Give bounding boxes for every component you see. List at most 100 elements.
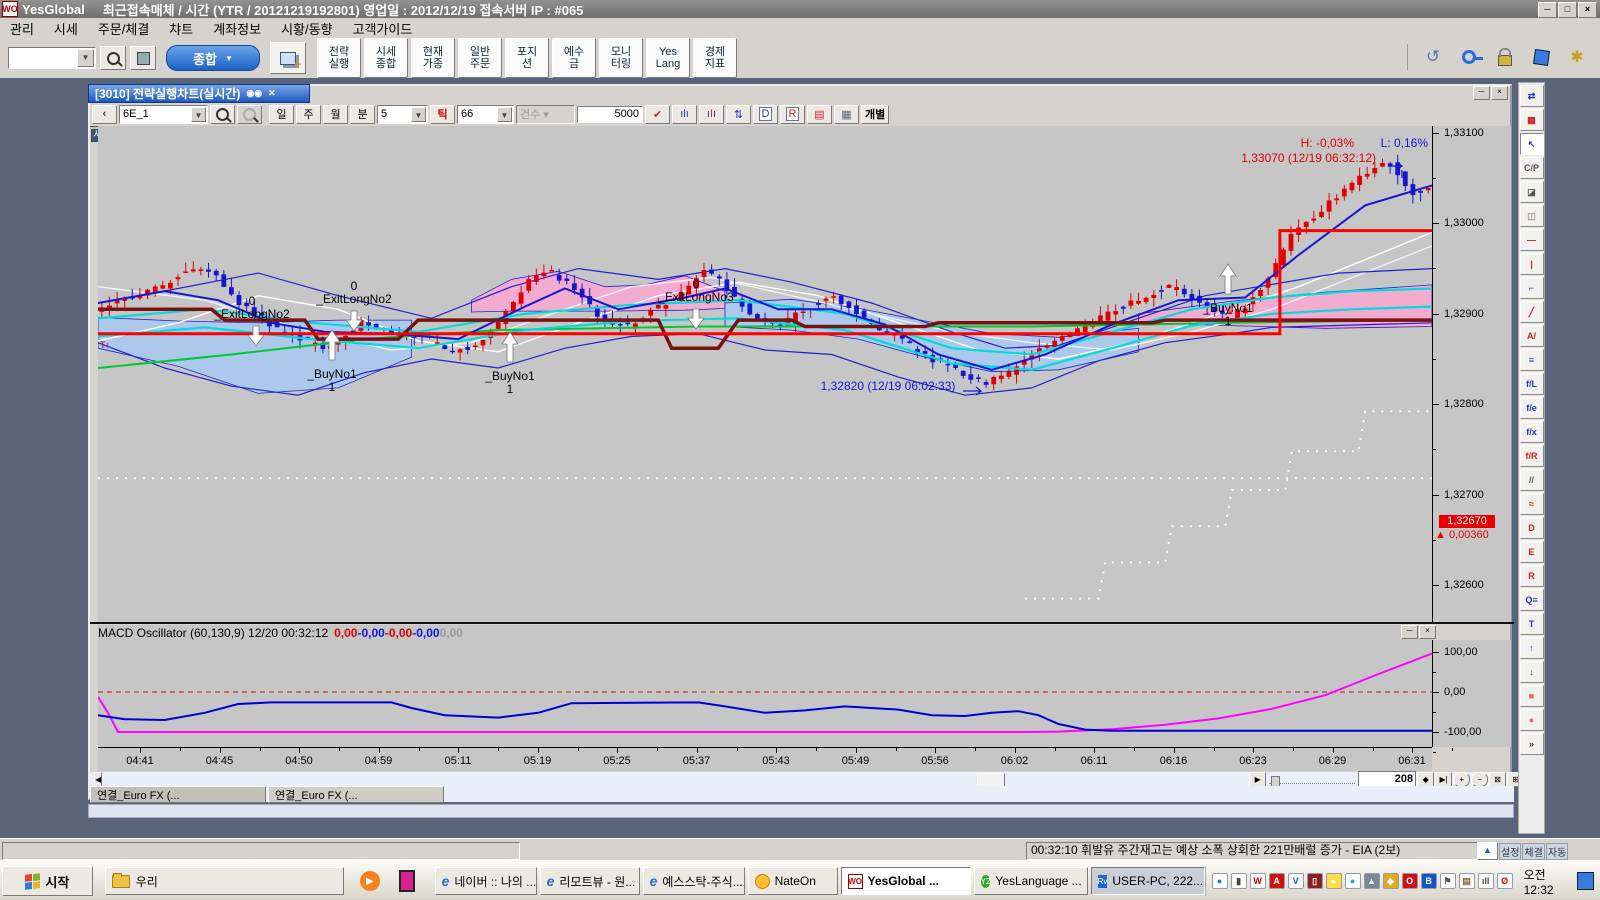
period-button-1[interactable]: 주 (296, 105, 321, 124)
tray-globe-icon[interactable]: ● (1345, 873, 1361, 889)
toolbar-button-3[interactable]: 일반주문 (458, 38, 502, 78)
fib-x-tool-icon[interactable]: f/x (1520, 421, 1544, 443)
menu-item-4[interactable]: 계좌정보 (203, 17, 271, 40)
toolbar-button-4[interactable]: 포지션 (505, 38, 549, 78)
sort-updown-icon[interactable]: ⇅ (726, 105, 751, 124)
chart-scroll-left-button[interactable]: ‹ (92, 105, 117, 124)
close-panel-icon[interactable]: ⊠ (1489, 772, 1506, 787)
toolbar-button-2[interactable]: 현재가종 (411, 38, 455, 78)
chart-window-tab[interactable]: [3010] 전략실행차트(실시간) ◉◉ ✕ (88, 84, 310, 103)
tray-clipboard-icon[interactable]: ▤ (1459, 873, 1475, 889)
cp-tool-icon[interactable]: C/P (1520, 157, 1544, 179)
tray-drop-icon[interactable]: ● (1212, 873, 1228, 889)
menu-item-1[interactable]: 시세 (44, 17, 88, 40)
hline-tool-icon[interactable]: ― (1520, 229, 1544, 251)
circle-tool-icon[interactable]: ● (1520, 709, 1544, 731)
tray-opera-icon[interactable]: O (1402, 873, 1418, 889)
zoom-slider[interactable] (1269, 774, 1355, 784)
composite-dropdown-button[interactable]: 종합▼ (166, 45, 260, 71)
bar-chart-icon[interactable]: ılı (672, 105, 697, 124)
news-ticker[interactable]: 00:32:10 휘발유 주간재고는 예상 소폭 상회한 221만배럴 증가 -… (1026, 842, 1480, 860)
hscroll-thumb[interactable] (977, 773, 1005, 787)
doc-d-icon[interactable]: D (753, 105, 778, 124)
task-button-0[interactable]: e네이버 :: 나의 ... (435, 867, 537, 895)
chart-doc-tab-0[interactable]: 연결_Euro FX (... (90, 786, 266, 803)
zoom-in-icon[interactable]: + (1453, 772, 1470, 787)
toolbar-button-0[interactable]: 전략실행 (317, 38, 361, 78)
quick-launch-pink-icon[interactable] (395, 869, 418, 893)
package-icon[interactable] (1530, 45, 1552, 69)
key-icon[interactable] (1458, 45, 1480, 69)
doc-r-icon[interactable]: R (780, 105, 805, 124)
tray-mute-icon[interactable]: Ø (1497, 873, 1513, 889)
chart-search2-button[interactable] (237, 105, 262, 124)
tray-phone-icon[interactable]: ▯ (1307, 873, 1323, 889)
chart-search-button[interactable] (210, 105, 235, 124)
more-tools-icon[interactable]: » (1520, 733, 1544, 755)
save-button[interactable] (130, 46, 156, 70)
toolbar-button-8[interactable]: 경제지표 (693, 38, 737, 78)
quick-search-combo[interactable]: ▼ (8, 47, 96, 69)
tray-flag-icon[interactable]: ⚑ (1440, 873, 1456, 889)
step-back-icon[interactable]: ◆ (1417, 772, 1434, 787)
tray-shield-icon[interactable]: ◆ (1383, 873, 1399, 889)
resize-handle[interactable] (90, 777, 93, 781)
price-axis[interactable]: 1,331001,330001,329001,328001,327001,326… (1432, 126, 1511, 622)
task-button-2[interactable]: e예스스탁-주식.... (643, 867, 745, 895)
quick-launch-media-icon[interactable]: ▶ (358, 869, 381, 893)
panel-splitter[interactable] (90, 622, 1514, 624)
tray-pdf-icon[interactable]: A (1269, 873, 1285, 889)
toolbar-button-5[interactable]: 예수금 (552, 38, 596, 78)
trendline-tool-icon[interactable]: ╱ (1520, 301, 1544, 323)
text-tool-icon[interactable]: T (1520, 613, 1544, 635)
refresh-tool-icon[interactable]: ⇄ (1520, 85, 1544, 107)
zoom-out-icon[interactable]: − (1471, 772, 1488, 787)
gear-icon[interactable]: ✱ (1566, 45, 1588, 69)
chevron-down-icon[interactable]: ▼ (77, 49, 94, 67)
scroll-left-button[interactable]: ◀ (94, 772, 102, 787)
tab-close-icon[interactable]: ✕ (268, 88, 276, 99)
halfline-tool-icon[interactable]: ⌐ (1520, 277, 1544, 299)
parallel-tool-icon[interactable]: // (1520, 469, 1544, 491)
tray-rocket-icon[interactable]: ▲ (1364, 873, 1380, 889)
text-note-tool-icon[interactable]: A/ (1520, 325, 1544, 347)
task-button-5[interactable]: Y2YesLanguage ... (974, 867, 1088, 895)
toolbar-button-7[interactable]: YesLang (646, 38, 690, 78)
new-window-button[interactable] (270, 42, 306, 74)
erase-all-tool-icon[interactable]: ◫ (1520, 205, 1544, 227)
multi-chart-tool-icon[interactable]: ▦ (1520, 109, 1544, 131)
chart-doc-tab-1[interactable]: 연결_Euro FX (... (268, 786, 444, 803)
maximize-button[interactable]: □ (1558, 2, 1577, 18)
task-button-6[interactable]: RvUSER-PC, 222... (1091, 867, 1205, 895)
lock-icon[interactable] (1494, 45, 1516, 69)
macd-close-button[interactable]: × (1419, 625, 1436, 639)
chart-minimize-button[interactable]: ─ (1473, 86, 1490, 100)
hlevels-tool-icon[interactable]: ≡ (1520, 349, 1544, 371)
macd-plot[interactable] (98, 640, 1432, 747)
cursor-tool-icon[interactable]: ↖ (1520, 133, 1544, 155)
pattern-d-tool-icon[interactable]: D (1520, 517, 1544, 539)
search-button[interactable] (100, 46, 126, 70)
fib-l-tool-icon[interactable]: f/L (1520, 373, 1544, 395)
zigzag-tool-icon[interactable]: ≈ (1520, 493, 1544, 515)
tray-wo-icon[interactable]: W (1250, 873, 1266, 889)
task-button-3[interactable]: NateOn (748, 867, 838, 895)
tray-messenger-icon[interactable]: ● (1326, 873, 1342, 889)
link-icon[interactable]: ◉◉ (246, 88, 262, 99)
start-button[interactable]: 시작 (2, 866, 93, 896)
macd-minimize-button[interactable]: ─ (1401, 625, 1418, 639)
tray-battery-icon[interactable]: ▮ (1231, 873, 1247, 889)
close-button[interactable]: × (1578, 2, 1597, 18)
quick-launch-folder[interactable]: 우리 (105, 867, 345, 895)
volume-chart-icon[interactable]: ıIı (699, 105, 724, 124)
tray-signal-icon[interactable]: ıll (1478, 873, 1494, 889)
pattern-r-tool-icon[interactable]: R (1520, 565, 1544, 587)
arrow-up-tool-icon[interactable]: ↑ (1520, 637, 1544, 659)
toolbar-button-1[interactable]: 시세종합 (364, 38, 408, 78)
toolbar-button-6[interactable]: 모니터링 (599, 38, 643, 78)
signal-check-icon[interactable]: ✔ (645, 105, 670, 124)
arrow-down-tool-icon[interactable]: ↓ (1520, 661, 1544, 683)
task-button-4[interactable]: WOYesGlobal ... (841, 867, 971, 895)
scroll-right-button[interactable]: ▶ (1249, 772, 1266, 787)
erase-tool-icon[interactable]: ◪ (1520, 181, 1544, 203)
